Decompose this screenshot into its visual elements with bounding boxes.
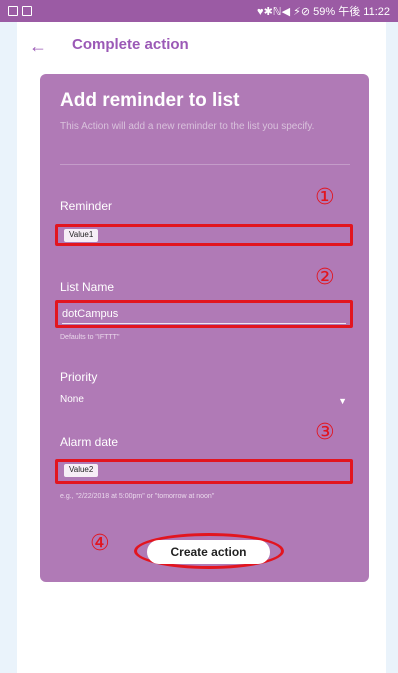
alarm-date-field[interactable]: Value2 [55,459,353,484]
alarm-date-chip[interactable]: Value2 [64,464,99,477]
dropdown-icon[interactable]: ▼ [338,396,347,406]
create-action-highlight: Create action [134,533,284,569]
divider [60,164,350,165]
marker-3: ③ [315,419,335,444]
reminder-label: Reminder [60,199,113,213]
gallery-icon [8,6,18,16]
marker-1: ① [315,184,335,209]
list-name-hint: Defaults to "IFTTT" [60,334,120,341]
battery-text: 59% [313,6,336,18]
list-name-field[interactable]: dotCampus [55,300,353,328]
file-icon [22,6,32,16]
reminder-chip[interactable]: Value1 [64,229,99,242]
list-name-input[interactable]: dotCampus [62,308,118,320]
app-header: ← Complete action [17,22,386,70]
status-indicators: ♥✱ℕ◀ ⚡⊘ [257,6,311,18]
status-bar: ♥✱ℕ◀ ⚡⊘ 59% 午後 11:22 [0,0,398,22]
create-action-button[interactable]: Create action [147,540,270,564]
input-underline [62,323,346,324]
arrow-left-icon[interactable]: ← [29,36,47,57]
time-text: 午後 11:22 [338,6,390,18]
priority-select[interactable]: None [60,394,84,405]
action-card: Add reminder to list This Action will ad… [40,74,369,582]
alarm-date-hint: e.g., "2/22/2018 at 5:00pm" or "tomorrow… [60,493,215,500]
priority-label: Priority [60,370,98,384]
marker-2: ② [315,264,335,289]
card-title: Add reminder to list [60,90,240,111]
card-description: This Action will add a new reminder to t… [60,121,315,132]
marker-4: ④ [90,530,110,555]
phone-screen: ← Complete action Add reminder to list T… [17,22,386,673]
list-name-label: List Name [60,280,115,294]
reminder-field[interactable]: Value1 [55,224,353,246]
status-right: ♥✱ℕ◀ ⚡⊘ 59% 午後 11:22 [257,3,390,19]
alarm-date-label: Alarm date [60,435,119,449]
page-title: Complete action [72,36,189,53]
